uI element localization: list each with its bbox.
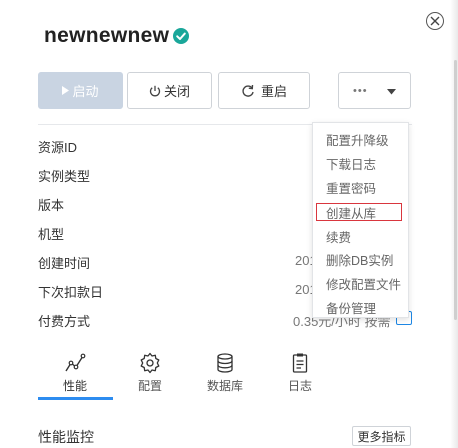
menu-item-upgrade[interactable]: 配置升降级 xyxy=(326,130,389,149)
menu-item-delete-instance[interactable]: 删除DB实例 xyxy=(326,250,393,269)
tab-label: 性能 xyxy=(62,379,87,393)
power-icon xyxy=(149,85,161,97)
menu-item-reset-password[interactable]: 重置密码 xyxy=(326,178,376,197)
tab-database[interactable]: 数据库 xyxy=(195,352,255,394)
menu-item-download-log[interactable]: 下载日志 xyxy=(326,154,376,173)
restart-button[interactable]: 重启 xyxy=(218,72,310,109)
start-button-label: 启动 xyxy=(72,84,99,99)
menu-item-edit-config[interactable]: 修改配置文件 xyxy=(326,274,401,293)
detail-label: 机型 xyxy=(38,227,65,242)
restart-button-label: 重启 xyxy=(260,84,287,99)
detail-label: 版本 xyxy=(38,198,65,213)
tab-config[interactable]: 配置 xyxy=(120,352,180,394)
scrollbar[interactable] xyxy=(450,0,458,448)
tab-label: 数据库 xyxy=(206,379,243,393)
database-icon xyxy=(217,353,233,373)
close-icon[interactable] xyxy=(426,12,444,30)
page-title: newnewnew xyxy=(44,24,190,48)
start-button[interactable]: 启动 xyxy=(38,72,123,109)
menu-item-create-replica[interactable]: 创建从库 xyxy=(326,203,376,222)
section-title: 性能监控 xyxy=(38,429,94,445)
document-icon xyxy=(292,353,308,373)
detail-label: 实例类型 xyxy=(38,169,91,184)
more-metrics-button[interactable]: 更多指标 xyxy=(352,426,411,446)
active-tab-indicator xyxy=(38,397,113,400)
status-check-icon xyxy=(173,28,190,44)
tab-label: 配置 xyxy=(137,379,162,393)
more-dots: ••• xyxy=(353,84,368,97)
tab-logs[interactable]: 日志 xyxy=(270,352,330,394)
detail-label: 创建时间 xyxy=(38,256,91,271)
refresh-icon xyxy=(241,84,255,98)
gear-icon xyxy=(140,352,160,374)
instance-name: newnewnew xyxy=(44,24,170,47)
menu-item-backup[interactable]: 备份管理 xyxy=(326,298,376,317)
menu-item-renew[interactable]: 续费 xyxy=(326,227,351,246)
caret-down-icon xyxy=(387,83,396,98)
detail-label: 付费方式 xyxy=(38,314,91,329)
more-actions-menu: 配置升降级 下载日志 重置密码 创建从库 续费 删除DB实例 修改配置文件 备份… xyxy=(312,122,409,318)
tab-performance[interactable]: 性能 xyxy=(45,352,105,394)
stop-button[interactable]: 关闭 xyxy=(127,72,212,109)
play-icon xyxy=(62,86,70,95)
more-actions-button[interactable]: ••• xyxy=(338,72,411,109)
stop-button-label: 关闭 xyxy=(163,84,190,99)
detail-label: 资源ID xyxy=(38,140,78,155)
line-chart-icon xyxy=(65,353,86,372)
detail-label: 下次扣款日 xyxy=(38,285,104,300)
scrollbar-thumb[interactable] xyxy=(454,60,457,320)
tab-label: 日志 xyxy=(287,379,312,393)
